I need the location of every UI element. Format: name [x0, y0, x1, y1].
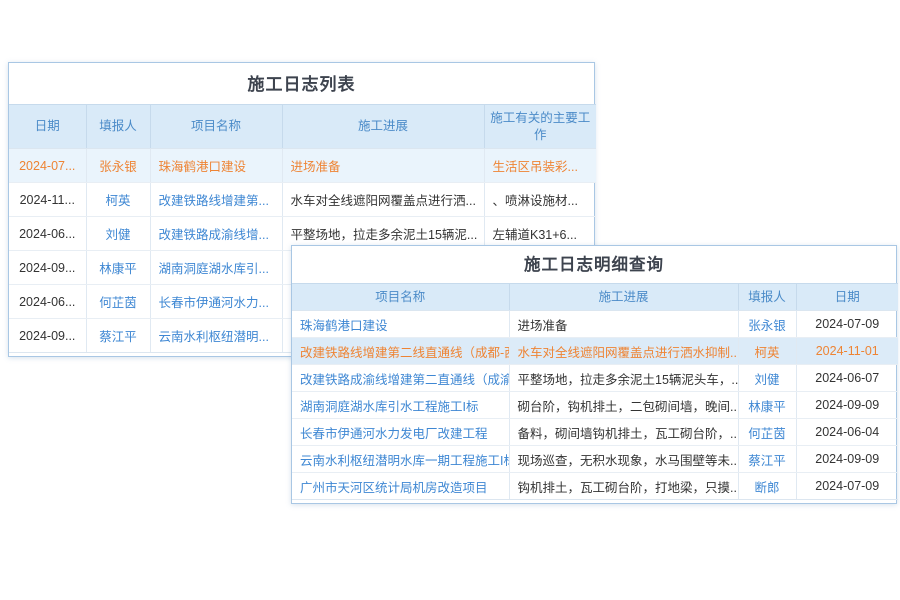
main-work-text: 生活区吊装彩... [484, 149, 596, 183]
project-link[interactable]: 广州市天河区统计局机房改造项目 [292, 473, 509, 500]
table-row[interactable]: 湖南洞庭湖水库引水工程施工I标 砌台阶，钩机排土，二包砌间墙，晚间... 林康平… [292, 392, 898, 419]
construction-log-detail-panel: 施工日志明细查询 项目名称 施工进展 填报人 日期 珠海鹤港口建设 进场准备 张… [291, 245, 897, 504]
reporter-link[interactable]: 刘健 [86, 217, 150, 251]
log-date: 2024-06... [9, 217, 86, 251]
detail-table-header-row: 项目名称 施工进展 填报人 日期 [292, 284, 898, 311]
reporter-link[interactable]: 柯英 [738, 338, 796, 365]
reporter-link[interactable]: 何芷茵 [738, 419, 796, 446]
log-date: 2024-06-07 [796, 365, 898, 392]
table-row[interactable]: 改建铁路成渝线增建第二直通线（成渝 平整场地，拉走多余泥土15辆泥头车，... … [292, 365, 898, 392]
log-date: 2024-06... [9, 285, 86, 319]
construction-log-detail-table: 项目名称 施工进展 填报人 日期 珠海鹤港口建设 进场准备 张永银 2024-0… [292, 283, 898, 500]
project-link[interactable]: 长春市伊通河水力... [150, 285, 282, 319]
project-link[interactable]: 长春市伊通河水力发电厂改建工程 [292, 419, 509, 446]
list-header-reporter: 填报人 [86, 105, 150, 149]
project-link[interactable]: 改建铁路成渝线增建第二直通线（成渝 [292, 365, 509, 392]
table-row[interactable]: 广州市天河区统计局机房改造项目 钩机排土，瓦工砌台阶，打地梁，只摸... 断郎 … [292, 473, 898, 500]
log-date: 2024-09-09 [796, 392, 898, 419]
progress-text: 进场准备 [509, 311, 738, 338]
log-date: 2024-06-04 [796, 419, 898, 446]
table-row[interactable]: 长春市伊通河水力发电厂改建工程 备料，砌间墙钩机排土，瓦工砌台阶，... 何芷茵… [292, 419, 898, 446]
log-date: 2024-07-09 [796, 311, 898, 338]
progress-text: 现场巡查，无积水现象，水马围壁等未... [509, 446, 738, 473]
detail-panel-title: 施工日志明细查询 [292, 246, 896, 283]
detail-header-date: 日期 [796, 284, 898, 311]
project-link[interactable]: 改建铁路成渝线增... [150, 217, 282, 251]
reporter-link[interactable]: 林康平 [86, 251, 150, 285]
log-date: 2024-11... [9, 183, 86, 217]
project-link[interactable]: 湖南洞庭湖水库引... [150, 251, 282, 285]
progress-text: 平整场地，拉走多余泥土15辆泥头车，... [509, 365, 738, 392]
progress-text: 备料，砌间墙钩机排土，瓦工砌台阶，... [509, 419, 738, 446]
project-link[interactable]: 云南水利枢纽潜明水库一期工程施工I标 [292, 446, 509, 473]
detail-header-progress: 施工进展 [509, 284, 738, 311]
log-date: 2024-07... [9, 149, 86, 183]
log-date: 2024-07-09 [796, 473, 898, 500]
progress-text: 砌台阶，钩机排土，二包砌间墙，晚间... [509, 392, 738, 419]
list-header-project: 项目名称 [150, 105, 282, 149]
project-link[interactable]: 改建铁路线增建第... [150, 183, 282, 217]
panel-bottom-gap [292, 500, 896, 503]
reporter-link[interactable]: 蔡江平 [738, 446, 796, 473]
detail-header-reporter: 填报人 [738, 284, 796, 311]
log-date: 2024-11-01 [796, 338, 898, 365]
project-link[interactable]: 湖南洞庭湖水库引水工程施工I标 [292, 392, 509, 419]
log-date: 2024-09-09 [796, 446, 898, 473]
reporter-link[interactable]: 断郎 [738, 473, 796, 500]
project-link[interactable]: 珠海鹤港口建设 [150, 149, 282, 183]
detail-header-project: 项目名称 [292, 284, 509, 311]
list-header-main-work: 施工有关的主要工作 [484, 105, 596, 149]
list-panel-title: 施工日志列表 [9, 63, 594, 104]
log-date: 2024-09... [9, 319, 86, 353]
list-header-progress: 施工进展 [282, 105, 484, 149]
progress-text: 水车对全线遮阳网覆盖点进行洒... [282, 183, 484, 217]
table-row[interactable]: 改建铁路线增建第二线直通线（成都-西 水车对全线遮阳网覆盖点进行洒水抑制... … [292, 338, 898, 365]
log-date: 2024-09... [9, 251, 86, 285]
project-link[interactable]: 云南水利枢纽潜明... [150, 319, 282, 353]
reporter-link[interactable]: 张永银 [738, 311, 796, 338]
page: 施工日志列表 日期 填报人 项目名称 施工进展 施工有关的主要工作 2024-0… [0, 0, 900, 600]
table-row[interactable]: 云南水利枢纽潜明水库一期工程施工I标 现场巡查，无积水现象，水马围壁等未... … [292, 446, 898, 473]
reporter-link[interactable]: 刘健 [738, 365, 796, 392]
progress-text: 进场准备 [282, 149, 484, 183]
list-table-header-row: 日期 填报人 项目名称 施工进展 施工有关的主要工作 [9, 105, 596, 149]
table-row[interactable]: 珠海鹤港口建设 进场准备 张永银 2024-07-09 [292, 311, 898, 338]
table-row[interactable]: 2024-07... 张永银 珠海鹤港口建设 进场准备 生活区吊装彩... [9, 149, 596, 183]
progress-text: 钩机排土，瓦工砌台阶，打地梁，只摸... [509, 473, 738, 500]
project-link[interactable]: 改建铁路线增建第二线直通线（成都-西 [292, 338, 509, 365]
list-header-date: 日期 [9, 105, 86, 149]
reporter-link[interactable]: 张永银 [86, 149, 150, 183]
main-work-text: 、喷淋设施材... [484, 183, 596, 217]
progress-text: 水车对全线遮阳网覆盖点进行洒水抑制... [509, 338, 738, 365]
reporter-link[interactable]: 何芷茵 [86, 285, 150, 319]
table-row[interactable]: 2024-11... 柯英 改建铁路线增建第... 水车对全线遮阳网覆盖点进行洒… [9, 183, 596, 217]
project-link[interactable]: 珠海鹤港口建设 [292, 311, 509, 338]
reporter-link[interactable]: 林康平 [738, 392, 796, 419]
reporter-link[interactable]: 蔡江平 [86, 319, 150, 353]
reporter-link[interactable]: 柯英 [86, 183, 150, 217]
